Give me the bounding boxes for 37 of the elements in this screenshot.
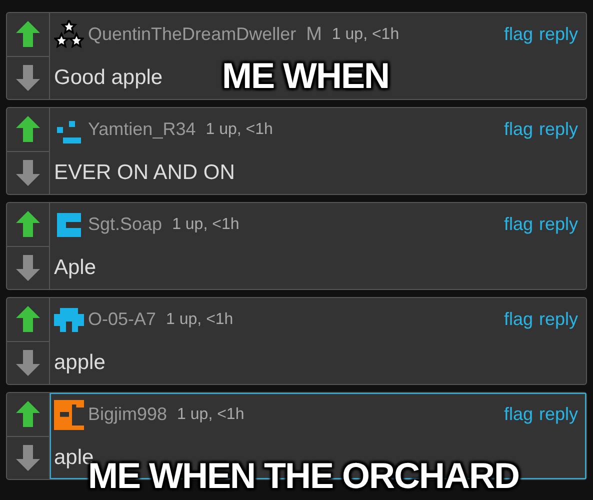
comment-action-link[interactable]: reply (538, 214, 578, 235)
username[interactable]: O-05-A7 (88, 309, 156, 330)
comment-action-link[interactable]: flag (504, 404, 533, 425)
comment-action-link[interactable]: flag (504, 119, 533, 140)
comment-action-link[interactable]: flag (504, 309, 533, 330)
down-arrow-icon (16, 350, 40, 376)
comment-action-link[interactable]: reply (538, 309, 578, 330)
down-arrow-icon (16, 160, 40, 186)
comment-action-link[interactable]: flag (504, 214, 533, 235)
comment-text: Aple (54, 256, 96, 280)
down-arrow-icon (16, 64, 40, 91)
comment-action-link[interactable]: reply (538, 24, 578, 45)
comment-text: Good apple (54, 66, 163, 90)
comment-text: EVER ON AND ON (54, 160, 235, 184)
comment-text: apple (54, 350, 106, 374)
comment-action-link[interactable]: flag (504, 24, 533, 45)
down-arrow-icon (16, 254, 40, 281)
comment-action-link[interactable]: reply (538, 404, 578, 425)
up-arrow-icon (16, 21, 40, 48)
comment-meta: 1 up, <1h (172, 216, 240, 234)
meme-caption: ME WHEN (222, 55, 389, 97)
username[interactable]: Sgt.Soap (88, 214, 162, 235)
username[interactable]: QuentinTheDreamDweller (88, 24, 296, 45)
up-arrow-icon (16, 401, 40, 428)
comment-action-link[interactable]: reply (538, 119, 578, 140)
comment-meta: 1 up, <1h (332, 26, 400, 44)
comment-meta: 1 up, <1h (166, 310, 234, 328)
comment-meta: 1 up, <1h (206, 120, 273, 138)
avatar-icon (54, 20, 84, 50)
up-arrow-icon (16, 306, 40, 332)
comment-meta: 1 up, <1h (177, 406, 244, 424)
up-arrow-icon (16, 211, 40, 238)
username[interactable]: Yamtien_R34 (88, 119, 196, 140)
username[interactable]: Bigjim998 (88, 404, 168, 425)
mod-label: M (306, 24, 322, 46)
up-arrow-icon (16, 116, 40, 142)
down-arrow-icon (16, 444, 40, 471)
